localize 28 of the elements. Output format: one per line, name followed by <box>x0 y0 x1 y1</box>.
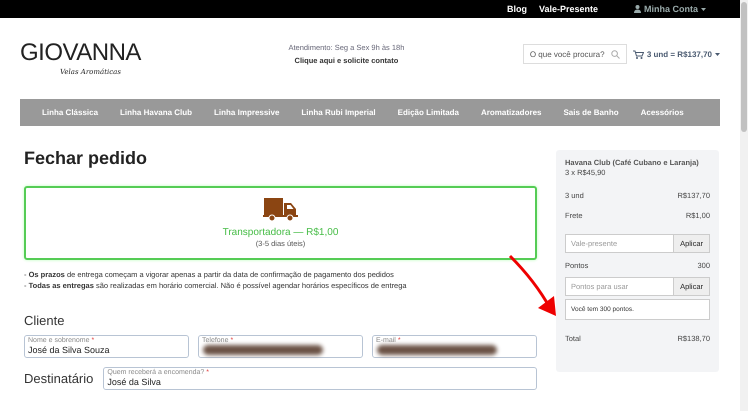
section-heading: Cliente <box>24 313 66 328</box>
search-icon <box>610 50 620 58</box>
cart-icon <box>632 50 644 58</box>
search-field[interactable]: O que você procura? <box>522 44 627 64</box>
account-menu[interactable]: Minha Conta <box>634 4 706 14</box>
section-heading: Destinatário <box>24 371 94 386</box>
caret-icon <box>701 8 706 10</box>
nav-link[interactable]: Edição Limitada <box>386 108 470 117</box>
shipping-name: Transportadora — R$1,00 <box>222 227 338 238</box>
nav-link[interactable]: Sais de Banho <box>552 108 630 117</box>
page-title: Fechar pedido <box>24 148 148 169</box>
truck-icon <box>263 198 298 222</box>
field-value: José da Silva Souza <box>28 345 111 356</box>
nav-link[interactable]: Linha Impressive <box>203 108 290 117</box>
nav-link[interactable]: Linha Clássica <box>31 108 110 117</box>
user-icon <box>634 5 641 13</box>
top-link[interactable]: Vale-Presente <box>538 4 598 14</box>
scrollbar[interactable] <box>740 0 748 411</box>
logo-wordmark: GIOVANNA <box>20 38 141 68</box>
nav-link[interactable]: Aromatizadores <box>470 108 552 117</box>
annotation-arrow <box>508 254 556 316</box>
cart-summary[interactable]: 3 und = R$137,70 <box>632 50 720 58</box>
top-link[interactable]: Blog <box>506 4 527 14</box>
field-value: José da Silva <box>107 377 162 388</box>
nav-link[interactable]: Linha Rubi Imperial <box>290 108 387 117</box>
caret-icon <box>715 52 720 56</box>
nav-link[interactable]: Acessórios <box>630 108 695 117</box>
nav-link[interactable]: Linha Havana Club <box>109 108 204 117</box>
